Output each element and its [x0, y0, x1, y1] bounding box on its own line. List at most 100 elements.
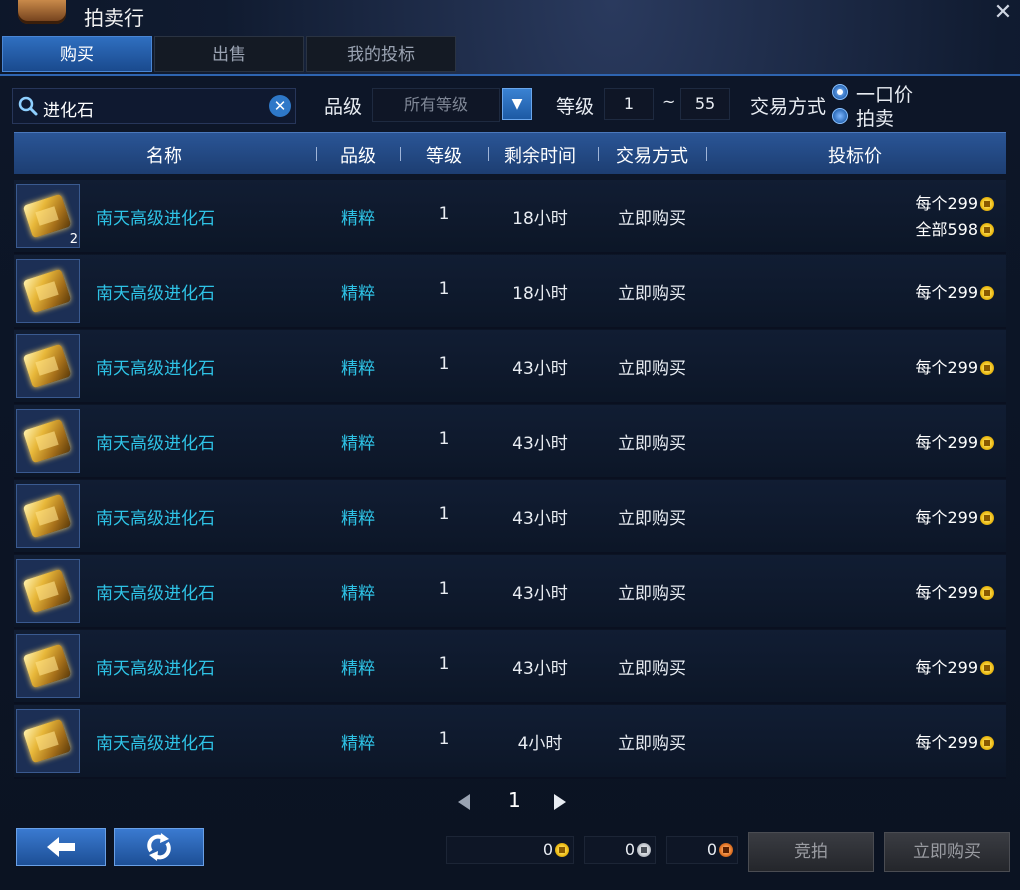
item-slot[interactable]	[16, 259, 80, 323]
price-each-text: 每个299	[915, 433, 978, 452]
col-grade[interactable]: 品级	[328, 142, 388, 168]
grade-select[interactable]: 所有等级	[372, 88, 500, 122]
item-trade-method: 立即购买	[618, 509, 686, 529]
col-bid-price[interactable]: 投标价	[814, 142, 896, 168]
item-grade: 精粹	[341, 584, 375, 604]
price-each-text: 每个299	[915, 583, 978, 602]
item-name: 南天高级进化石	[96, 284, 215, 304]
item-slot[interactable]	[16, 634, 80, 698]
item-grade: 精粹	[341, 209, 375, 229]
radio-fixed-price[interactable]	[832, 84, 848, 100]
buy-now-button[interactable]: 立即购买	[884, 832, 1010, 872]
table-row[interactable]: 南天高级进化石 精粹 1 18小时 立即购买 每个299	[14, 255, 1006, 329]
tab-buy[interactable]: 购买	[2, 36, 152, 72]
item-time-left: 43小时	[512, 584, 568, 604]
item-slot[interactable]	[16, 409, 80, 473]
item-name: 南天高级进化石	[96, 659, 215, 679]
chevron-down-icon[interactable]: ▼	[502, 88, 532, 120]
silver-amount: 0	[584, 836, 656, 864]
item-slot[interactable]	[16, 709, 80, 773]
title-bar: 拍卖行 ✕	[0, 0, 1020, 32]
item-level: 1	[438, 429, 450, 449]
item-trade-method: 立即购买	[618, 584, 686, 604]
item-trade-method: 立即购买	[618, 659, 686, 679]
tab-my-bids[interactable]: 我的投标	[306, 36, 456, 72]
item-time-left: 18小时	[512, 284, 568, 304]
prev-page-button[interactable]	[458, 794, 470, 810]
item-grade: 精粹	[341, 734, 375, 754]
item-level: 1	[438, 204, 450, 224]
price-each-text: 每个299	[915, 508, 978, 527]
item-trade-method: 立即购买	[618, 359, 686, 379]
item-level: 1	[438, 579, 450, 599]
item-slot[interactable]	[16, 484, 80, 548]
price-total: 全部598	[915, 216, 994, 240]
table-header: 名称 品级 等级 剩余时间 交易方式 投标价	[14, 132, 1006, 174]
item-trade-method: 立即购买	[618, 734, 686, 754]
item-trade-method: 立即购买	[618, 434, 686, 454]
clear-icon[interactable]: ✕	[269, 95, 291, 117]
item-time-left: 43小时	[512, 659, 568, 679]
next-page-button[interactable]	[554, 794, 566, 810]
price-each: 每个299	[915, 354, 994, 378]
col-time-left[interactable]: 剩余时间	[494, 142, 586, 168]
gold-coin-icon	[980, 197, 994, 211]
divider	[400, 147, 401, 161]
item-name: 南天高级进化石	[96, 509, 215, 529]
silver-amount-value: 0	[624, 840, 635, 859]
search-box[interactable]: 进化石 ✕	[12, 88, 296, 124]
refresh-button[interactable]	[114, 828, 204, 866]
item-name: 南天高级进化石	[96, 434, 215, 454]
item-time-left: 4小时	[517, 734, 563, 754]
col-name[interactable]: 名称	[134, 142, 194, 168]
table-row[interactable]: 南天高级进化石 精粹 1 4小时 立即购买 每个299	[14, 705, 1006, 779]
table-row[interactable]: 南天高级进化石 精粹 1 43小时 立即购买 每个299	[14, 405, 1006, 479]
item-name: 南天高级进化石	[96, 359, 215, 379]
page-number: 1	[508, 788, 521, 812]
tab-sell[interactable]: 出售	[154, 36, 304, 72]
item-trade-method: 立即购买	[618, 284, 686, 304]
item-slot[interactable]	[16, 334, 80, 398]
item-count: 2	[69, 232, 78, 247]
item-slot[interactable]: 2	[16, 184, 80, 248]
trade-method-label: 交易方式	[750, 96, 827, 118]
silver-coin-icon	[637, 843, 651, 857]
copper-amount: 0	[666, 836, 738, 864]
price-each: 每个299	[915, 279, 994, 303]
price-each: 每个299	[915, 654, 994, 678]
level-max-input[interactable]: 55	[680, 88, 730, 120]
gold-coin-icon	[980, 511, 994, 525]
gold-coin-icon	[980, 736, 994, 750]
item-level: 1	[438, 729, 450, 749]
item-grade: 精粹	[341, 434, 375, 454]
table-row[interactable]: 2 南天高级进化石 精粹 1 18小时 立即购买 每个299 全部598	[14, 180, 1006, 254]
price-each-text: 每个299	[915, 733, 978, 752]
item-name: 南天高级进化石	[96, 584, 215, 604]
gold-coin-icon	[980, 436, 994, 450]
copper-coin-icon	[719, 843, 733, 857]
search-input[interactable]: 进化石	[43, 96, 94, 121]
bid-button[interactable]: 竞拍	[748, 832, 874, 872]
item-level: 1	[438, 354, 450, 374]
table-row[interactable]: 南天高级进化石 精粹 1 43小时 立即购买 每个299	[14, 555, 1006, 629]
item-slot[interactable]	[16, 559, 80, 623]
level-min-input[interactable]: 1	[604, 88, 654, 120]
table-row[interactable]: 南天高级进化石 精粹 1 43小时 立即购买 每个299	[14, 330, 1006, 404]
gold-coin-icon	[980, 661, 994, 675]
radio-auction[interactable]	[832, 108, 848, 124]
table-row[interactable]: 南天高级进化石 精粹 1 43小时 立即购买 每个299	[14, 480, 1006, 554]
close-button[interactable]: ✕	[992, 2, 1014, 24]
col-level[interactable]: 等级	[414, 142, 474, 168]
gold-coin-icon	[980, 223, 994, 237]
table-row[interactable]: 南天高级进化石 精粹 1 43小时 立即购买 每个299	[14, 630, 1006, 704]
col-trade-method[interactable]: 交易方式	[606, 142, 698, 168]
back-button[interactable]	[16, 828, 106, 866]
gold-coin-icon	[980, 361, 994, 375]
item-level: 1	[438, 279, 450, 299]
copper-amount-value: 0	[706, 840, 717, 859]
gold-coin-icon	[980, 286, 994, 300]
level-label: 等级	[556, 96, 595, 118]
item-grade: 精粹	[341, 659, 375, 679]
item-trade-method: 立即购买	[618, 209, 686, 229]
price-total-text: 全部598	[915, 220, 978, 239]
